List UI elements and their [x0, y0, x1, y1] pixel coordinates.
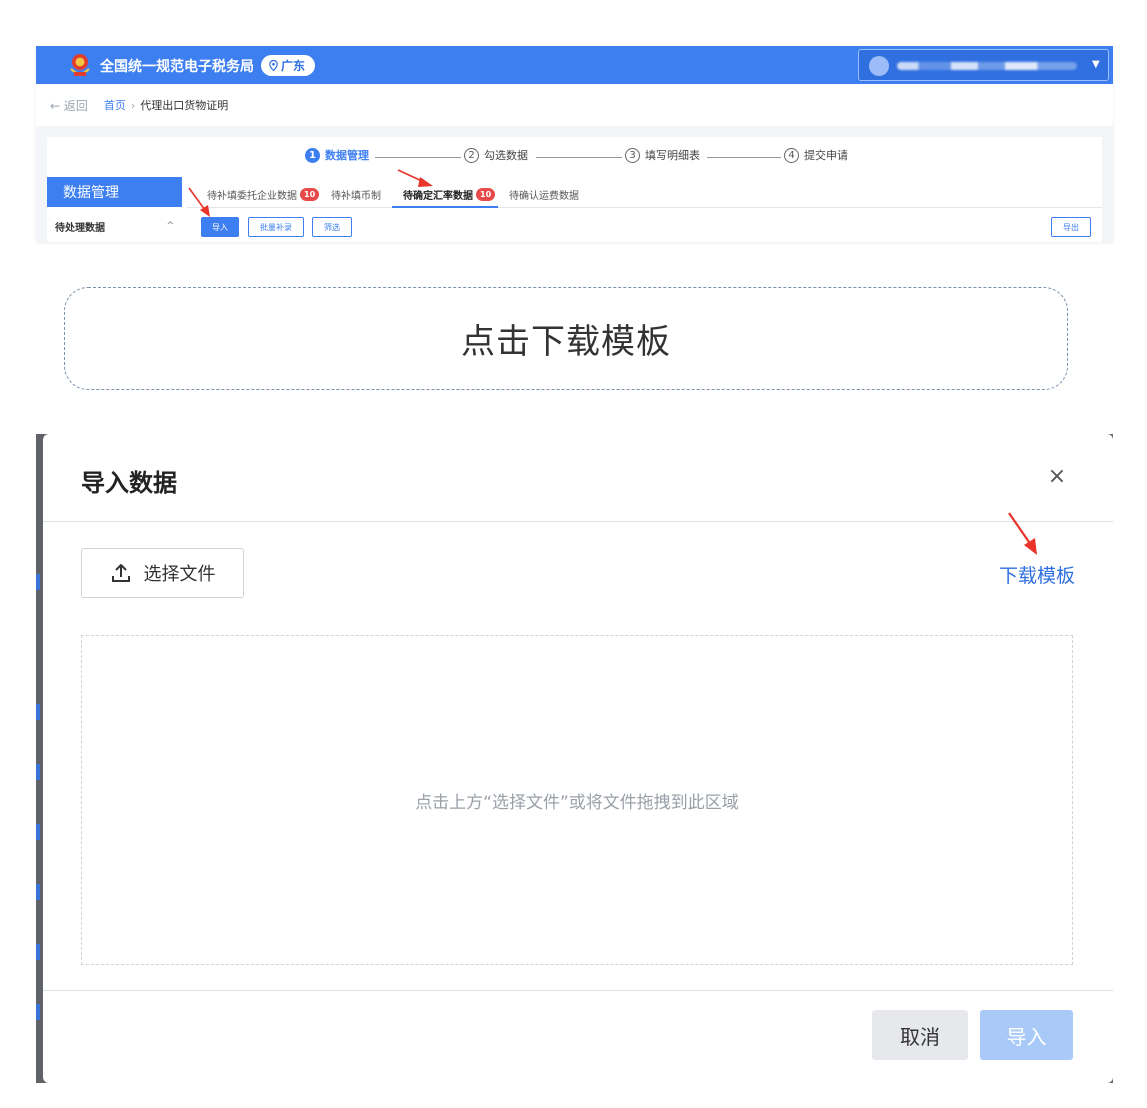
caret-down-icon: ▼: [1092, 59, 1100, 70]
red-arrow-icon: [397, 169, 433, 187]
background-marker: [36, 944, 40, 960]
step-2: 2 勾选数据: [464, 147, 528, 163]
confirm-import-button[interactable]: 导入: [980, 1010, 1073, 1060]
tab-pending-currency[interactable]: 待补填币制: [331, 186, 381, 202]
breadcrumb-separator: ›: [130, 98, 136, 112]
hint-text: 点击下载模板: [461, 322, 671, 362]
side-menu-label: 待处理数据: [55, 222, 105, 234]
side-panel-title[interactable]: 数据管理: [47, 177, 182, 207]
location-pin-icon: [269, 60, 278, 71]
step-label: 填写明细表: [645, 149, 700, 162]
download-template-link[interactable]: 下载模板: [999, 561, 1075, 588]
count-badge: 10: [300, 187, 320, 201]
divider: [43, 990, 1113, 991]
user-avatar-icon: [869, 56, 889, 76]
count-badge: 10: [476, 187, 496, 201]
import-button[interactable]: 导入: [201, 217, 239, 237]
region-label: 广东: [281, 59, 306, 73]
tab-pending-entrust[interactable]: 待补填委托企业数据 10: [207, 186, 320, 202]
side-menu-pending[interactable]: 待处理数据 ^: [47, 213, 182, 239]
choose-file-button[interactable]: 选择文件: [81, 548, 244, 598]
step-connector: [707, 157, 781, 158]
file-drop-zone[interactable]: 点击上方“选择文件”或将文件拖拽到此区域: [81, 635, 1073, 965]
background-marker: [36, 1004, 40, 1020]
chevron-up-icon: ^: [166, 221, 174, 231]
cancel-button[interactable]: 取消: [872, 1010, 968, 1060]
step-connector: [375, 157, 461, 158]
step-number: 1: [305, 147, 320, 163]
step-3: 3 填写明细表: [625, 147, 700, 163]
background-marker: [36, 704, 40, 720]
dialog-screenshot: 导入数据 × 选择文件 下载模板 点击上方“选择文件”或将文件拖拽到此区域 取消…: [36, 434, 1113, 1083]
close-icon[interactable]: ×: [1043, 462, 1071, 490]
tab-label: 待补填币制: [331, 190, 381, 202]
active-tab-indicator: [392, 206, 498, 208]
background-marker: [36, 574, 40, 590]
breadcrumb-home[interactable]: 首页: [104, 97, 126, 113]
breadcrumb-current: 代理出口货物证明: [140, 99, 229, 112]
step-number: 3: [625, 147, 640, 163]
red-arrow-icon: [1008, 512, 1037, 555]
region-selector[interactable]: 广东: [261, 55, 316, 76]
portal-header: 全国统一规范电子税务局 广东 ▼: [36, 46, 1113, 84]
step-number: 4: [784, 147, 799, 163]
tab-pending-freight[interactable]: 待确认运费数据: [509, 186, 579, 202]
background-marker: [36, 884, 40, 900]
back-link[interactable]: ← 返回: [50, 97, 88, 114]
divider: [43, 521, 1113, 522]
user-name-blurred: [897, 62, 1077, 70]
filter-button[interactable]: 筛选: [312, 217, 352, 237]
batch-entry-button[interactable]: 批量补录: [248, 217, 304, 237]
export-button[interactable]: 导出: [1051, 217, 1091, 237]
step-label: 数据管理: [325, 149, 369, 162]
user-menu[interactable]: ▼: [858, 49, 1109, 81]
step-number: 2: [464, 147, 479, 163]
step-indicator: 1 数据管理 2 勾选数据 3 填写明细表 4 提交申请: [47, 147, 1102, 169]
upload-icon: [111, 564, 130, 582]
tax-emblem-icon: [70, 54, 90, 76]
site-title: 全国统一规范电子税务局: [100, 59, 254, 75]
red-arrow-icon: [188, 187, 210, 217]
step-label: 勾选数据: [484, 149, 528, 162]
background-marker: [36, 764, 40, 780]
step-connector: [536, 157, 622, 158]
data-tabs: 待补填委托企业数据 10 待补填币制 待确定汇率数据 10 待确认运费数据: [187, 182, 1102, 208]
import-dialog: 导入数据 × 选择文件 下载模板 点击上方“选择文件”或将文件拖拽到此区域 取消…: [43, 434, 1113, 1083]
background-marker: [36, 824, 40, 840]
tab-label: 待确认运费数据: [509, 190, 579, 202]
drop-zone-hint: 点击上方“选择文件”或将文件拖拽到此区域: [415, 792, 739, 813]
step-4: 4 提交申请: [784, 147, 848, 163]
portal-screenshot: 全国统一规范电子税务局 广东 ▼ ← 返回 首页 › 代理出口货物证明 1 数据…: [36, 46, 1113, 242]
breadcrumb: ← 返回 首页 › 代理出口货物证明: [36, 84, 1113, 126]
hint-callout: 点击下载模板: [64, 287, 1068, 390]
dialog-title: 导入数据: [81, 469, 177, 497]
choose-file-label: 选择文件: [143, 564, 216, 585]
step-1: 1 数据管理: [305, 147, 369, 163]
tab-label: 待补填委托企业数据: [207, 190, 297, 202]
step-label: 提交申请: [804, 149, 848, 162]
